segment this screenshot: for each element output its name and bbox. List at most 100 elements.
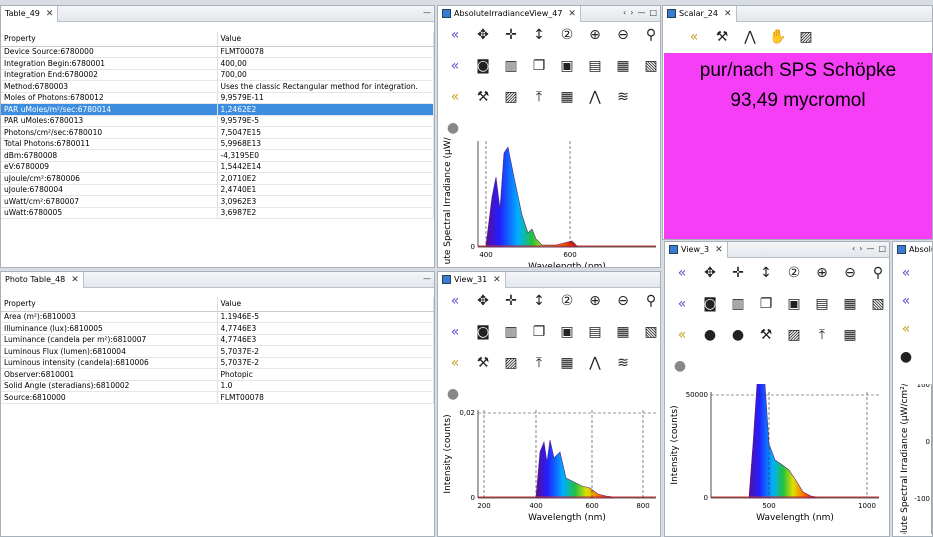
table-icon[interactable]: ▦ xyxy=(558,88,576,106)
copy-icon[interactable]: ❐ xyxy=(530,323,548,341)
export-icon[interactable]: ▦ xyxy=(614,57,632,75)
trash-icon[interactable]: ▥ xyxy=(729,295,747,313)
table-row[interactable]: Luminance (candela per m²):6810007 4,7746… xyxy=(1,334,434,346)
table-row[interactable]: Area (m²):6810003 1.1946E-5 xyxy=(1,311,434,323)
back-orange-icon[interactable]: « xyxy=(673,326,691,344)
spectrum-icon[interactable]: ⋀ xyxy=(741,28,759,46)
table-row[interactable]: eV:6780009 1,5442E14 xyxy=(1,161,434,173)
tools-icon[interactable]: ⚒ xyxy=(474,354,492,372)
search-icon[interactable]: ⚲ xyxy=(869,264,887,282)
tools-icon[interactable]: ⚒ xyxy=(474,88,492,106)
zoom-out-icon[interactable]: ⊖ xyxy=(614,292,632,310)
tools-icon[interactable]: ⚒ xyxy=(713,28,731,46)
peak-arrow-icon[interactable]: ⤒ xyxy=(530,88,548,106)
lightbulb-icon[interactable]: ● xyxy=(897,348,915,366)
chevron-left-icon[interactable]: ‹ xyxy=(623,8,626,17)
zoom-in-icon[interactable]: ⊕ xyxy=(586,292,604,310)
maximize-icon[interactable]: □ xyxy=(878,244,886,253)
table-row[interactable]: Luminous Flux (lumen):6810004 5,7037E-2 xyxy=(1,345,434,358)
table-row[interactable]: Observer:6810001 Photopic xyxy=(1,368,434,381)
search-icon[interactable]: ⚲ xyxy=(642,26,660,44)
zoom-in-icon[interactable]: ⊕ xyxy=(813,264,831,282)
table-row[interactable]: Luminous intensity (candela):6810006 5,70… xyxy=(1,357,434,369)
tab-scalar-24[interactable]: Scalar_24 ✕ xyxy=(663,6,737,22)
table-row[interactable]: uJoule/cm²:6780006 2,0710E2 xyxy=(1,172,434,185)
print-icon[interactable]: ▧ xyxy=(642,323,660,341)
column-header-value[interactable]: Value xyxy=(217,32,434,47)
zoom-in-icon[interactable]: ⊕ xyxy=(586,26,604,44)
pan-icon[interactable]: ✥ xyxy=(701,264,719,282)
rewind-icon[interactable]: « xyxy=(446,292,464,310)
column-header-property[interactable]: Property xyxy=(1,297,218,312)
minimize-icon[interactable]: — xyxy=(423,274,431,283)
zoom-out-icon[interactable]: ⊖ xyxy=(841,264,859,282)
table-row[interactable]: Source:6810000 FLMT00078 xyxy=(1,391,434,404)
zoom-2-icon[interactable]: ② xyxy=(785,264,803,282)
column-header-value[interactable]: Value xyxy=(217,297,434,312)
table-row[interactable]: PAR uMoles/m²/sec:6780014 1,2462E2 xyxy=(1,103,434,116)
peak-arrow-icon[interactable]: ⤒ xyxy=(813,326,831,344)
image-icon[interactable]: ▨ xyxy=(502,354,520,372)
maximize-icon[interactable]: □ xyxy=(649,8,657,17)
camera-icon[interactable]: ◙ xyxy=(474,323,492,341)
noise-icon[interactable]: ≋ xyxy=(614,88,632,106)
back-icon[interactable]: « xyxy=(897,292,915,310)
export-icon[interactable]: ▦ xyxy=(614,323,632,341)
save-icon[interactable]: ▣ xyxy=(558,57,576,75)
hand-icon[interactable]: ✋ xyxy=(769,28,787,46)
rewind-icon[interactable]: « xyxy=(673,264,691,282)
lightbulb-icon[interactable]: ● xyxy=(444,119,462,137)
back-orange-icon[interactable]: « xyxy=(897,320,915,338)
tab-view-3[interactable]: View_3 ✕ xyxy=(665,242,728,258)
table-row[interactable]: Integration Begin:6780001 400,00 xyxy=(1,57,434,70)
save-icon[interactable]: ▣ xyxy=(558,323,576,341)
table-row[interactable]: dBm:6780008 -4,3195E0 xyxy=(1,149,434,162)
back-orange-icon[interactable]: « xyxy=(446,88,464,106)
trash-icon[interactable]: ▥ xyxy=(502,323,520,341)
lightbulb-icon[interactable]: ● xyxy=(671,357,689,375)
tab-irradiance-view-47[interactable]: AbsoluteIrradianceView_47 ✕ xyxy=(438,6,581,22)
zoom-out-icon[interactable]: ⊖ xyxy=(614,26,632,44)
copy-icon[interactable]: ❐ xyxy=(530,57,548,75)
rewind-icon[interactable]: « xyxy=(446,26,464,44)
move-vertical-icon[interactable]: ↕ xyxy=(530,292,548,310)
back-icon[interactable]: « xyxy=(446,323,464,341)
chevron-left-icon[interactable]: ‹ xyxy=(852,244,855,253)
image-icon[interactable]: ▨ xyxy=(785,326,803,344)
lightbulb-icon[interactable]: ● xyxy=(701,326,719,344)
table-row[interactable]: PAR uMoles:6780013 9,9579E-5 xyxy=(1,115,434,127)
tools-icon[interactable]: ⚒ xyxy=(757,326,775,344)
chevron-right-icon[interactable]: › xyxy=(630,8,633,17)
column-header-property[interactable]: Property xyxy=(1,32,218,47)
tab-table49[interactable]: Table_49 ✕ xyxy=(1,6,59,22)
noise-icon[interactable]: ≋ xyxy=(614,354,632,372)
minimize-icon[interactable]: — xyxy=(866,244,874,253)
peak-arrow-icon[interactable]: ⤒ xyxy=(530,354,548,372)
close-icon[interactable]: ✕ xyxy=(71,275,79,285)
move-vertical-icon[interactable]: ↕ xyxy=(530,26,548,44)
spectrum-icon[interactable]: ⋀ xyxy=(586,354,604,372)
save-all-icon[interactable]: ▤ xyxy=(586,57,604,75)
zoom-2-icon[interactable]: ② xyxy=(558,26,576,44)
move-vertical-icon[interactable]: ↕ xyxy=(757,264,775,282)
table-row[interactable]: Solid Angle (steradians):6810002 1.0 xyxy=(1,380,434,392)
back-icon[interactable]: « xyxy=(673,295,691,313)
search-icon[interactable]: ⚲ xyxy=(642,292,660,310)
image-icon[interactable]: ▨ xyxy=(502,88,520,106)
table-row[interactable]: Illuminance (lux):6810005 4,7746E3 xyxy=(1,322,434,335)
print-icon[interactable]: ▧ xyxy=(869,295,887,313)
lightbulb-icon[interactable]: ● xyxy=(729,326,747,344)
lightbulb-icon[interactable]: ● xyxy=(444,385,462,403)
close-icon[interactable]: ✕ xyxy=(715,245,723,255)
back-orange-icon[interactable]: « xyxy=(685,28,703,46)
zoom-2-icon[interactable]: ② xyxy=(558,292,576,310)
chevron-right-icon[interactable]: › xyxy=(859,244,862,253)
table-row[interactable]: uWatt/cm²:6780007 3,0962E3 xyxy=(1,195,434,208)
back-icon[interactable]: « xyxy=(446,57,464,75)
save-icon[interactable]: ▣ xyxy=(785,295,803,313)
table-icon[interactable]: ▦ xyxy=(558,354,576,372)
spectrum-icon[interactable]: ⋀ xyxy=(586,88,604,106)
close-icon[interactable]: ✕ xyxy=(568,9,576,19)
table-row[interactable]: Method:6780003 Uses the classic Rectangul… xyxy=(1,80,434,93)
table-row[interactable]: Photons/cm²/sec:6780010 7,5047E15 xyxy=(1,126,434,139)
